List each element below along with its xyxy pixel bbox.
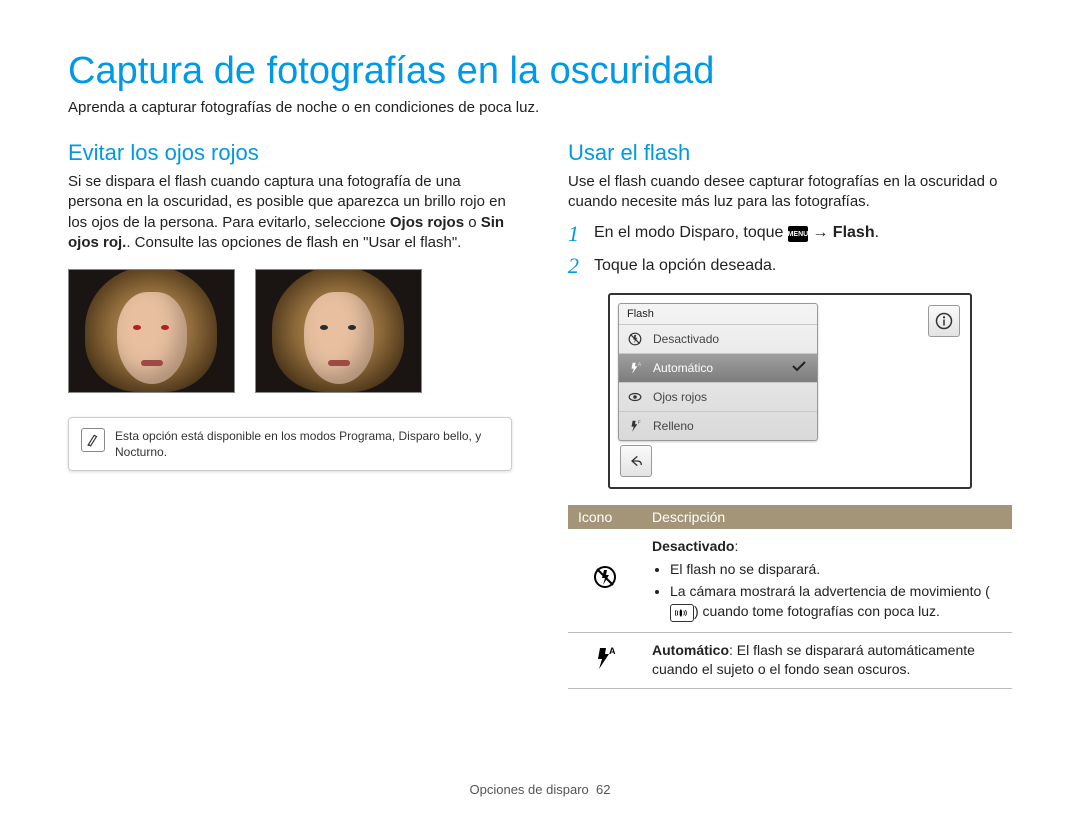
footer-page-number: 62 [596,782,610,797]
row1-bullet-2: La cámara mostrará la advertencia de mov… [670,582,1002,622]
flash-option-relleno[interactable]: F Relleno [619,411,817,440]
step-1-number: 1 [568,221,584,247]
heading-usar-el-flash: Usar el flash [568,140,1012,166]
example-photo-red-eye [68,269,235,393]
row1-title: Desactivado [652,538,734,554]
para-left-mid: o [464,214,481,231]
note-icon [81,428,105,452]
row-icon-flash-auto: A [568,632,642,688]
step-1: 1 En el modo Disparo, toque MENU → Flash… [568,221,1012,247]
row-icon-flash-off [568,529,642,633]
row2-title: Automático [652,642,729,658]
camera-screen: Flash Desactivado A Automático [608,293,972,489]
svg-text:A: A [638,361,642,366]
step1-bold: Flash [833,224,875,241]
table-row: A Automático: El flash se disparará auto… [568,632,1012,688]
left-column: Evitar los ojos rojos Si se dispara el f… [68,140,512,689]
para-left-bold1: Ojos rojos [390,214,464,231]
example-photo-corrected [255,269,422,393]
shake-warning-icon [670,604,694,622]
flash-option-label: Relleno [653,419,694,433]
page-footer: Opciones de disparo 62 [0,782,1080,797]
step1-pre: En el modo Disparo, toque [594,224,788,241]
flash-option-label: Automático [653,361,713,375]
paragraph-left: Si se dispara el flash cuando captura un… [68,172,512,253]
footer-section-label: Opciones de disparo [470,782,589,797]
step1-post: . [875,224,879,241]
svg-text:F: F [638,419,641,424]
th-icono: Icono [568,505,642,529]
row1-colon: : [734,538,738,554]
right-column: Usar el flash Use el flash cuando desee … [568,140,1012,689]
step-2: 2 Toque la opción deseada. [568,253,1012,279]
note-text: Esta opción está disponible en los modos… [115,428,499,460]
step1-mid: → [812,224,832,241]
flash-auto-icon: A [627,360,643,376]
step-2-number: 2 [568,253,584,279]
flash-fill-icon: F [627,418,643,434]
flash-option-desactivado[interactable]: Desactivado [619,324,817,353]
note-box: Esta opción está disponible en los modos… [68,417,512,471]
th-descripcion: Descripción [642,505,1012,529]
example-photo-pair [68,269,512,393]
paragraph-right: Use el flash cuando desee capturar fotog… [568,172,1012,213]
check-icon [791,360,807,375]
flash-menu-header: Flash [619,304,817,324]
step2-text: Toque la opción deseada. [594,257,776,275]
flash-option-label: Desactivado [653,332,719,346]
svg-text:A: A [609,646,616,656]
page-subtitle: Aprenda a capturar fotografías de noche … [68,99,1012,116]
flash-off-icon [627,331,643,347]
table-row: Desactivado: El flash no se disparará. L… [568,529,1012,633]
flash-option-label: Ojos rojos [653,390,707,404]
heading-evitar-ojos-rojos: Evitar los ojos rojos [68,140,512,166]
flash-menu: Flash Desactivado A Automático [618,303,818,441]
flash-option-automatico[interactable]: A Automático [619,353,817,382]
page-title: Captura de fotografías en la oscuridad [68,50,1012,93]
flash-option-ojos-rojos[interactable]: Ojos rojos [619,382,817,411]
row1-bullet-1: El flash no se disparará. [670,560,1002,580]
back-button[interactable] [620,445,652,477]
flash-description-table: Icono Descripción Desactivado: El flash … [568,505,1012,690]
info-button[interactable] [928,305,960,337]
para-left-post: . Consulte las opciones de flash en "Usa… [126,234,461,251]
menu-icon: MENU [788,226,808,242]
red-eye-icon [627,389,643,405]
